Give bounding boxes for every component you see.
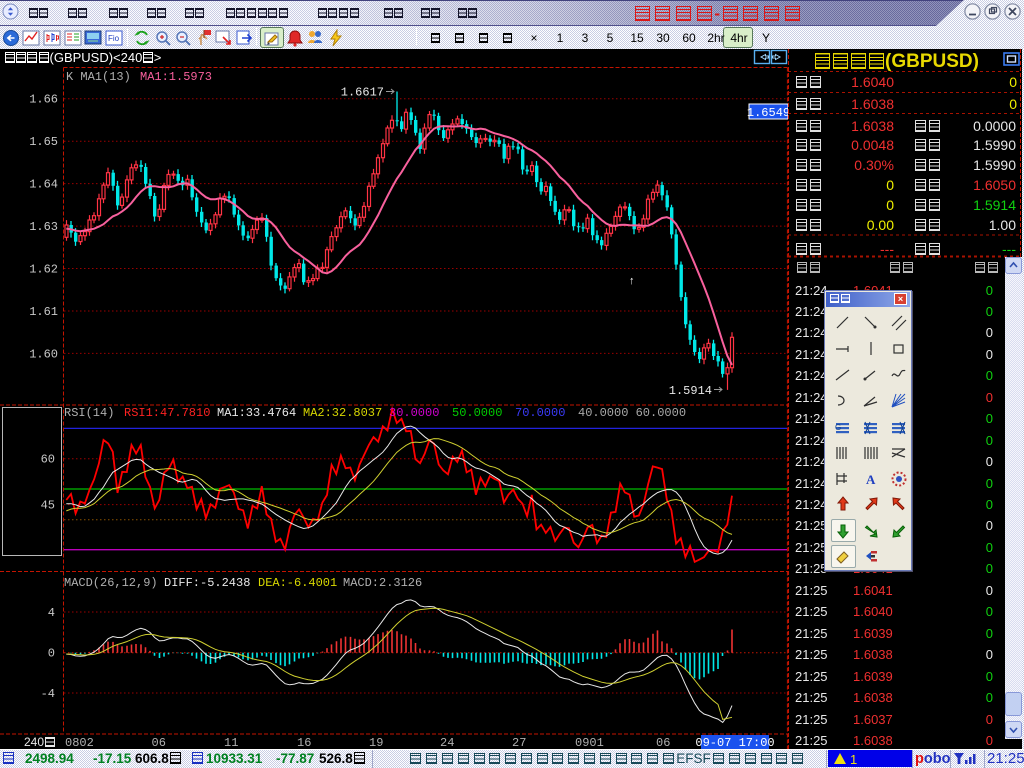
svg-text:0901: 0901 — [575, 736, 604, 750]
svg-text:DIFF:-5.2438: DIFF:-5.2438 — [164, 576, 250, 590]
svg-text:K MA1(13): K MA1(13) — [66, 70, 131, 84]
svg-text:1.63: 1.63 — [29, 220, 58, 234]
svg-text:06: 06 — [656, 736, 670, 750]
svg-text:1.5914: 1.5914 — [669, 384, 712, 398]
svg-text:MA2:32.8037: MA2:32.8037 — [303, 406, 382, 420]
svg-text:-4: -4 — [41, 687, 55, 701]
svg-text:40.0000 60.0000: 40.0000 60.0000 — [578, 406, 686, 420]
svg-text:19: 19 — [369, 736, 383, 750]
svg-text:30.0000: 30.0000 — [389, 406, 439, 420]
svg-text:1.6617: 1.6617 — [341, 86, 384, 100]
svg-text:60: 60 — [41, 453, 55, 467]
svg-text:45: 45 — [41, 499, 55, 513]
svg-text:50.0000: 50.0000 — [452, 406, 502, 420]
svg-text:RSI1:47.7810: RSI1:47.7810 — [124, 406, 210, 420]
svg-text:MACD(26,12,9): MACD(26,12,9) — [64, 576, 158, 590]
svg-text:DEA:-6.4001: DEA:-6.4001 — [258, 576, 337, 590]
svg-text:1.61: 1.61 — [29, 305, 58, 319]
svg-text:1.64: 1.64 — [29, 178, 58, 192]
svg-text:70.0000: 70.0000 — [515, 406, 565, 420]
svg-text:A: A — [866, 472, 876, 487]
svg-text:27: 27 — [512, 736, 526, 750]
svg-text:11: 11 — [224, 736, 238, 750]
svg-text:1.60: 1.60 — [29, 347, 58, 361]
svg-text:0: 0 — [48, 647, 55, 661]
svg-text:1: 1 — [850, 752, 857, 766]
svg-text:1.62: 1.62 — [29, 263, 58, 277]
svg-text:↑: ↑ — [629, 275, 635, 287]
svg-text:MACD:2.3126: MACD:2.3126 — [343, 576, 422, 590]
svg-text:4: 4 — [48, 606, 55, 620]
svg-text:1.65: 1.65 — [29, 135, 58, 149]
svg-text:MA1:1.5973: MA1:1.5973 — [140, 70, 212, 84]
svg-text:0802: 0802 — [65, 736, 94, 750]
svg-text:RSI(14): RSI(14) — [64, 406, 114, 420]
svg-text:1.66: 1.66 — [29, 93, 58, 107]
svg-text:G: G — [835, 423, 841, 432]
svg-text:16: 16 — [297, 736, 311, 750]
svg-text:09-07 17:00: 09-07 17:00 — [695, 736, 774, 750]
svg-text:Fio: Fio — [108, 34, 120, 43]
svg-text:24: 24 — [440, 736, 454, 750]
svg-text:1.6549: 1.6549 — [747, 106, 788, 120]
svg-text:MA1:33.4764: MA1:33.4764 — [217, 406, 296, 420]
svg-text:06: 06 — [152, 736, 166, 750]
